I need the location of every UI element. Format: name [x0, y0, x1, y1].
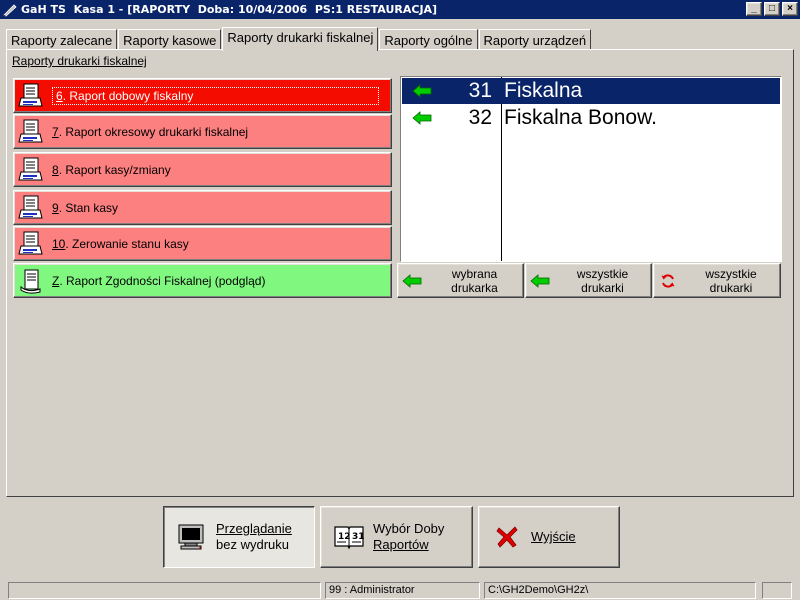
report-label: 8. Raport kasy/zmiany [52, 162, 171, 177]
report-label: 9. Stan kasy [52, 200, 119, 215]
button-label: Wyjście [531, 529, 576, 544]
section-label: Raporty drukarki fiskalnej [12, 54, 147, 68]
preview-without-print-button[interactable]: Przeglądanie bez wydruku [163, 506, 315, 568]
tab-raporty-kasowe[interactable]: Raporty kasowe [118, 29, 222, 50]
green-arrow-icon [402, 111, 442, 125]
report-printer-icon [16, 192, 48, 224]
button-label: wybrana drukarka [451, 266, 498, 295]
report-button-8[interactable]: 8. Raport kasy/zmiany [13, 152, 392, 187]
svg-text:12: 12 [338, 532, 351, 542]
tab-raporty-drukarki-fiskalnej[interactable]: Raporty drukarki fiskalnej [222, 27, 379, 51]
report-button-z[interactable]: Z. Raport Zgodności Fiskalnej (podgląd) [13, 263, 392, 298]
report-label: 6. Raport dobowy fiskalny [52, 86, 379, 105]
calendar-book-icon: 12 31 [325, 524, 373, 550]
close-button[interactable]: × [782, 2, 798, 16]
report-printer-icon [16, 80, 48, 112]
report-printer-icon [16, 116, 48, 148]
report-label: Z. Raport Zgodności Fiskalnej (podgląd) [52, 273, 266, 288]
green-arrow-icon [402, 84, 442, 98]
report-printer-icon [16, 228, 48, 260]
printer-list[interactable]: 31 Fiskalna 32 Fiskalna Bonow. [400, 76, 782, 262]
print-selected-printer-button[interactable]: wybrana drukarka [397, 263, 524, 298]
report-tabs: Raporty zalecane Raporty kasowe Raporty … [6, 26, 592, 51]
monitor-icon [168, 523, 216, 551]
report-button-7[interactable]: 7. Raport okresowy drukarki fiskalnej [13, 114, 392, 149]
report-button-9[interactable]: 9. Stan kasy [13, 190, 392, 225]
button-label: wszystkie drukarki [576, 266, 629, 295]
tab-raporty-zalecane[interactable]: Raporty zalecane [6, 29, 118, 50]
button-label: Przeglądanie bez wydruku [216, 521, 292, 552]
report-button-10[interactable]: 10. Zerowanie stanu kasy [13, 226, 392, 261]
choose-report-day-button[interactable]: 12 31 Wybór Doby Raportów [320, 506, 473, 568]
maximize-button[interactable]: □ [764, 2, 780, 16]
printer-name: Fiskalna Bonow. [504, 106, 657, 129]
tab-raporty-urzadzen[interactable]: Raporty urządzeń [478, 29, 592, 50]
report-label: 7. Raport okresowy drukarki fiskalnej [52, 124, 249, 139]
green-arrow-icon [398, 273, 426, 288]
print-all-printers-button[interactable]: wszystkie drukarki [525, 263, 652, 298]
tab-raporty-ogolne[interactable]: Raporty ogólne [379, 29, 478, 50]
green-arrow-icon [526, 273, 554, 288]
report-button-6[interactable]: 6. Raport dobowy fiskalny [13, 78, 392, 113]
status-bar: 99 : Administrator C:\GH2Demo\GH2z\ [0, 580, 800, 600]
window-title: GaH TS Kasa 1 - [RAPORTY Doba: 10/04/200… [21, 3, 438, 16]
app-icon[interactable] [3, 3, 17, 17]
report-printer-icon [16, 154, 48, 186]
title-bar: GaH TS Kasa 1 - [RAPORTY Doba: 10/04/200… [0, 0, 800, 19]
svg-text:31: 31 [352, 532, 365, 542]
status-cell-end [762, 582, 792, 599]
status-user: 99 : Administrator [325, 582, 480, 599]
red-x-icon [483, 524, 531, 550]
status-cell-empty [8, 582, 321, 599]
printer-row-31[interactable]: 31 Fiskalna [402, 78, 780, 104]
refresh-icon [654, 273, 682, 289]
button-label: wszystkie drukarki [705, 266, 757, 295]
refresh-all-printers-button[interactable]: wszystkie drukarki [653, 263, 781, 298]
report-document-icon [16, 265, 48, 297]
report-label: 10. Zerowanie stanu kasy [52, 236, 189, 251]
printer-name: Fiskalna [504, 79, 583, 102]
status-path: C:\GH2Demo\GH2z\ [484, 582, 756, 599]
printer-row-32[interactable]: 32 Fiskalna Bonow. [402, 105, 780, 131]
printer-number: 32 [468, 106, 492, 129]
printer-number: 31 [468, 79, 492, 102]
button-label: Wybór Doby Raportów [373, 521, 445, 552]
minimize-button[interactable]: _ [746, 2, 762, 16]
tab-panel: Raporty drukarki fiskalnej 6. Raport dob… [6, 49, 794, 497]
exit-button[interactable]: Wyjście [478, 506, 620, 568]
